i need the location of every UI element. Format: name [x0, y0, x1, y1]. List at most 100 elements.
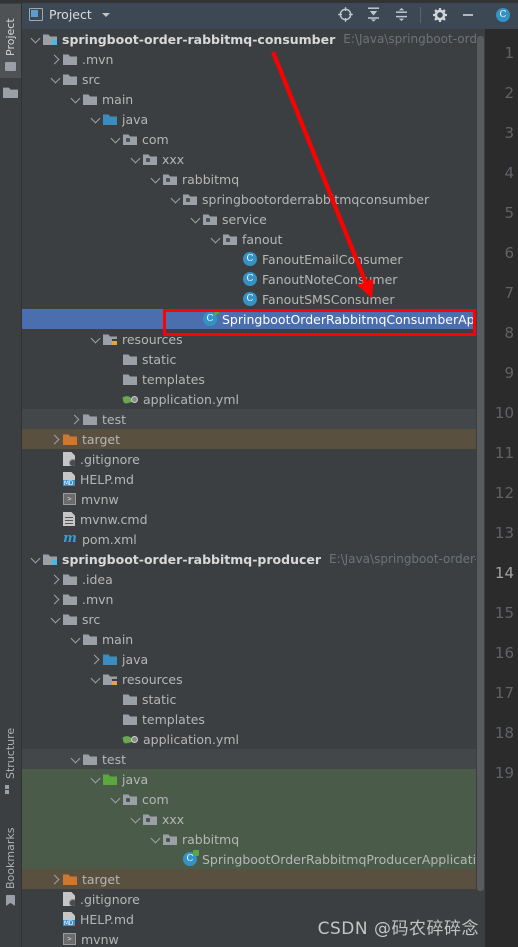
tree-row[interactable]: src	[21, 609, 485, 629]
chevron-down-icon[interactable]	[110, 134, 121, 145]
editor-tab-strip[interactable]: C	[485, 0, 518, 29]
tree-row[interactable]: > mvnw	[21, 489, 485, 509]
chevron-down-icon[interactable]	[70, 634, 81, 645]
chevron-down-icon[interactable]	[90, 774, 101, 785]
tree-row[interactable]: application.yml	[21, 729, 485, 749]
tree-row[interactable]: resources	[21, 669, 485, 689]
page-title: Project	[49, 7, 92, 22]
tree-row[interactable]: com	[21, 789, 485, 809]
chevron-down-icon[interactable]	[50, 74, 61, 85]
tree-row[interactable]: templates	[21, 369, 485, 389]
select-opened-file-glyph	[337, 7, 353, 22]
chevron-down-icon[interactable]	[210, 234, 221, 245]
tree-row[interactable]: mvnw.cmd	[21, 509, 485, 529]
tree-row[interactable]: src	[21, 69, 485, 89]
tree-row[interactable]: templates	[21, 709, 485, 729]
chevron-down-icon[interactable]	[130, 154, 141, 165]
chevron-down-icon[interactable]	[150, 174, 161, 185]
tree-row[interactable]: C SpringbootOrderRabbitmqProducerApplicat…	[21, 849, 485, 869]
chevron-down-icon[interactable]	[90, 334, 101, 345]
chevron-down-icon[interactable]	[70, 754, 81, 765]
tree-row[interactable]: xxx	[21, 149, 485, 169]
tree-row-label: mvnw	[81, 931, 119, 947]
chevron-down-icon[interactable]	[150, 834, 161, 845]
tree-row[interactable]: HELP.md	[21, 469, 485, 489]
tree-row[interactable]: .gitignore	[21, 449, 485, 469]
java-class-icon: C	[243, 272, 257, 286]
collapse-all-icon[interactable]	[388, 3, 414, 27]
sidebar-item-label-structure: Structure	[4, 727, 17, 779]
project-tree[interactable]: springboot-order-rabbitmq-consumber E:\Ja…	[21, 29, 485, 947]
sidebar-item-project[interactable]: Project	[0, 4, 21, 78]
tree-row[interactable]: test	[21, 409, 485, 429]
chevron-right-icon[interactable]	[50, 874, 61, 885]
chevron-down-icon[interactable]	[70, 94, 81, 105]
tree-row[interactable]: static	[21, 349, 485, 369]
chevron-right-icon[interactable]	[50, 54, 61, 65]
chevron-right-icon[interactable]	[50, 594, 61, 605]
tree-row[interactable]: java	[21, 649, 485, 669]
chevron-down-icon[interactable]	[190, 214, 201, 225]
folder-icon	[83, 634, 97, 645]
chevron-down-icon[interactable]	[101, 12, 110, 17]
chevron-down-icon[interactable]	[90, 114, 101, 125]
hide-minimize-icon[interactable]	[455, 3, 481, 27]
tree-row[interactable]: rabbitmq	[21, 829, 485, 849]
tree-row[interactable]: main	[21, 629, 485, 649]
settings-gear-icon[interactable]	[427, 3, 453, 27]
tree-row[interactable]: service	[21, 209, 485, 229]
tree-row[interactable]: java	[21, 769, 485, 789]
tree-row[interactable]: application.yml	[21, 389, 485, 409]
tree-row[interactable]: springboot-order-rabbitmq-consumber E:\Ja…	[21, 29, 485, 49]
chevron-down-icon[interactable]	[130, 814, 141, 825]
chevron-down-icon[interactable]	[30, 554, 41, 565]
tree-row-label: springboot-order-rabbitmq-consumber	[62, 31, 336, 47]
tool-window-title-group[interactable]: Project	[29, 7, 110, 22]
window-top-edge	[0, 0, 518, 3]
chevron-down-icon[interactable]	[110, 794, 121, 805]
select-opened-file-icon[interactable]	[332, 3, 358, 27]
tree-row[interactable]: main	[21, 89, 485, 109]
tool-window-scrollbar-thumb[interactable]	[477, 36, 484, 891]
tree-row[interactable]: springboot-order-rabbitmq-producer E:\Jav…	[21, 549, 485, 569]
tree-row[interactable]: .mvn	[21, 589, 485, 609]
chevron-right-icon[interactable]	[90, 654, 101, 665]
chevron-down-icon[interactable]	[170, 194, 181, 205]
chevron-right-icon[interactable]	[50, 434, 61, 445]
tree-row[interactable]: C FanoutEmailConsumer	[21, 249, 485, 269]
chevron-down-icon[interactable]	[30, 34, 41, 45]
markdown-file-icon	[63, 472, 75, 486]
tree-row[interactable]: target	[21, 429, 485, 449]
tree-row[interactable]: fanout	[21, 229, 485, 249]
sidebar-item-label-project: Project	[4, 18, 17, 56]
tree-row[interactable]: m pom.xml	[21, 529, 485, 549]
tree-row[interactable]: .gitignore	[21, 889, 485, 909]
tree-row[interactable]: .idea	[21, 569, 485, 589]
chevron-right-icon[interactable]	[70, 414, 81, 425]
sidebar-item-structure[interactable]: Structure	[0, 715, 21, 797]
editor-line-number: 9	[504, 364, 514, 382]
tree-row[interactable]: test	[21, 749, 485, 769]
tree-row[interactable]: C FanoutSMSConsumer	[21, 289, 485, 309]
expand-all-icon[interactable]	[360, 3, 386, 27]
tree-row[interactable]: springbootorderrabbitmqconsumber	[21, 189, 485, 209]
sidebar-item-bookmarks[interactable]: Bookmarks	[0, 817, 21, 909]
tree-row[interactable]: target	[21, 869, 485, 889]
tree-row[interactable]: java	[21, 109, 485, 129]
editor-line-number: 3	[504, 124, 514, 142]
chevron-down-icon[interactable]	[90, 674, 101, 685]
tree-row[interactable]: static	[21, 689, 485, 709]
tree-row[interactable]: com	[21, 129, 485, 149]
tree-row[interactable]: rabbitmq	[21, 169, 485, 189]
tree-row[interactable]: C FanoutNoteConsumer	[21, 269, 485, 289]
chevron-down-icon[interactable]	[50, 614, 61, 625]
tree-row-label: templates	[142, 371, 205, 387]
tree-row[interactable]: .mvn	[21, 49, 485, 69]
tree-row-label: templates	[142, 711, 205, 727]
tree-row[interactable]: resources	[21, 329, 485, 349]
chevron-right-icon[interactable]	[50, 574, 61, 585]
tree-row[interactable]: CSpringbootOrderRabbitmqConsumberApplica…	[21, 309, 485, 329]
tree-row-label: FanoutEmailConsumer	[262, 251, 403, 267]
tree-row[interactable]: xxx	[21, 809, 485, 829]
